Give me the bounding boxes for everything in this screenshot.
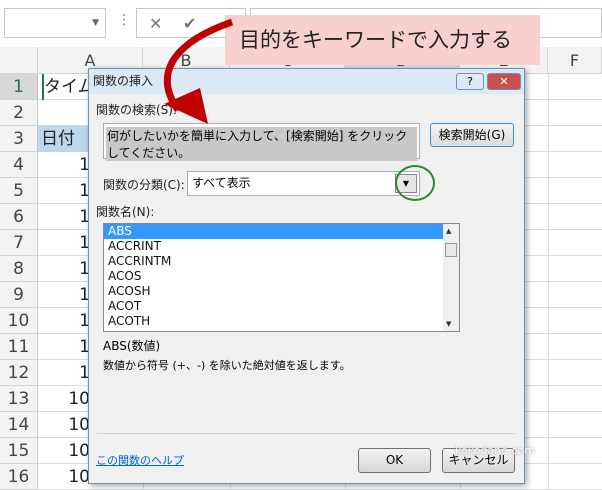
watermark: kokodane.com (455, 444, 535, 457)
annotation-arrow (163, 18, 234, 124)
